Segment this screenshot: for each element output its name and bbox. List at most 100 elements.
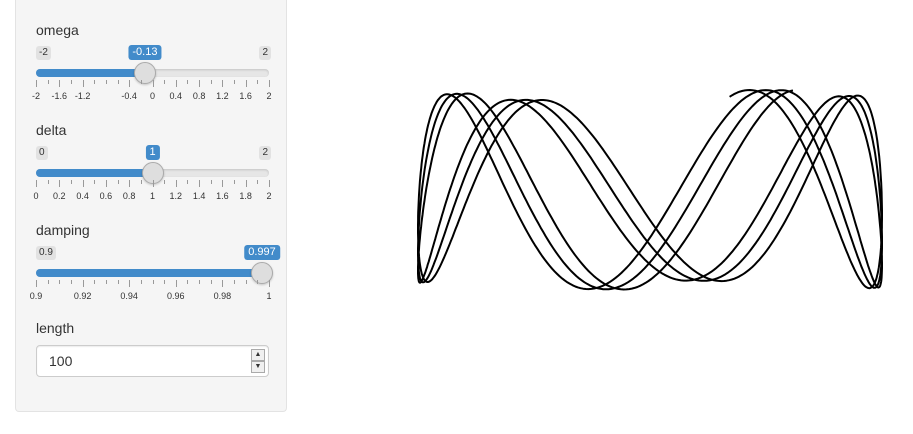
length-label: length — [36, 320, 75, 336]
damping-label: damping — [36, 222, 90, 238]
delta-minor-tick — [47, 180, 49, 184]
omega-major-tick — [129, 80, 131, 87]
omega-major-tick — [245, 80, 247, 87]
delta-major-tick — [152, 180, 154, 187]
omega-minor-tick — [257, 80, 259, 84]
damping-major-tick — [82, 280, 84, 287]
damping-minor-tick — [105, 280, 107, 284]
damping-major-tick — [269, 280, 270, 287]
delta-tick-label: 1.2 — [169, 191, 183, 201]
delta-track-fill — [36, 169, 153, 177]
harmonograph-plot — [417, 89, 883, 291]
omega-minor-tick — [70, 80, 72, 84]
delta-tick-label: 0.2 — [53, 191, 66, 201]
damping-tick-label: 1 — [266, 291, 272, 301]
omega-tick-label: 1.2 — [216, 91, 229, 101]
delta-tick-label: 2 — [266, 191, 272, 201]
damping-minor-tick — [94, 280, 96, 284]
delta-minor-tick — [234, 180, 236, 184]
delta-tick-label: 1.6 — [216, 191, 229, 201]
omega-tick-label: -1.6 — [51, 91, 68, 101]
omega-tick-label: -2 — [31, 91, 41, 101]
omega-minor-tick — [187, 80, 189, 84]
damping-min-label: 0.9 — [36, 246, 56, 260]
damping-minor-tick — [140, 280, 142, 284]
omega-tick-label: -1.2 — [74, 91, 91, 101]
length-input[interactable] — [49, 352, 239, 370]
length-input-box: ▲ ▼ — [36, 345, 269, 377]
damping-minor-tick — [59, 280, 61, 284]
damping-minor-tick — [70, 280, 72, 284]
damping-minor-tick — [234, 280, 236, 284]
delta-min-label: 0 — [36, 146, 48, 160]
omega-min-label: -2 — [36, 46, 51, 60]
omega-tick-label: 0.4 — [169, 91, 183, 101]
delta-minor-tick — [117, 180, 119, 184]
damping-minor-tick — [117, 280, 119, 284]
damping-minor-tick — [187, 280, 189, 284]
omega-label: omega — [36, 22, 79, 38]
omega-minor-tick — [105, 80, 107, 84]
delta-max-label: 2 — [259, 146, 271, 160]
damping-minor-tick — [164, 280, 166, 284]
delta-major-tick — [129, 180, 131, 187]
omega-minor-tick — [234, 80, 236, 84]
delta-value-label: 1 — [145, 145, 160, 160]
omega-major-tick — [175, 80, 177, 87]
omega-major-tick — [222, 80, 224, 87]
omega-major-tick — [269, 80, 270, 87]
delta-major-tick — [175, 180, 177, 187]
omega-max-label: 2 — [259, 46, 271, 60]
omega-major-tick — [152, 80, 154, 87]
omega-minor-tick — [47, 80, 49, 84]
omega-track-fill — [36, 69, 145, 77]
omega-major-tick — [82, 80, 84, 87]
damping-tick-label: 0.92 — [73, 291, 92, 301]
length-increment-button[interactable]: ▲ — [251, 349, 265, 361]
delta-tick-label: 0.4 — [76, 191, 89, 201]
omega-major-tick — [199, 80, 201, 87]
damping-tick-label: 0.9 — [29, 291, 43, 301]
damping-slider-control: damping 0.9 0.997 0.9 0.92 0.94 0.96 0.98 1 — [30, 222, 280, 302]
delta-minor-tick — [164, 180, 166, 184]
delta-minor-tick — [70, 180, 72, 184]
damping-track[interactable] — [36, 269, 269, 277]
omega-minor-tick — [210, 80, 212, 84]
damping-minor-tick — [210, 280, 212, 284]
damping-major-tick — [175, 280, 177, 287]
delta-tick-label: 1.4 — [192, 191, 206, 201]
delta-major-tick — [222, 180, 224, 187]
delta-slider-control: delta 0 2 1 0 0.2 0.4 0.6 0.8 1 1.2 1.4 1.6 1.8 2 — [33, 122, 272, 202]
damping-major-tick — [129, 280, 131, 287]
omega-tick-label: 0.8 — [192, 91, 206, 101]
damping-tick-label: 0.98 — [213, 291, 232, 301]
omega-minor-tick — [164, 80, 166, 84]
omega-major-tick — [59, 80, 61, 87]
omega-minor-tick — [94, 80, 96, 84]
length-decrement-button[interactable]: ▼ — [251, 361, 265, 373]
delta-minor-tick — [187, 180, 189, 184]
harmonograph-curve — [417, 89, 883, 291]
damping-tick-label: 0.96 — [167, 291, 185, 301]
delta-tick-label: 0.6 — [99, 191, 113, 201]
delta-major-tick — [36, 180, 37, 187]
damping-tick-label: 0.94 — [120, 291, 138, 301]
damping-minor-tick — [47, 280, 49, 284]
delta-tick-label: 0 — [33, 191, 39, 201]
delta-label: delta — [36, 122, 67, 138]
delta-major-tick — [82, 180, 84, 187]
delta-minor-tick — [257, 180, 259, 184]
damping-minor-tick — [199, 280, 201, 284]
delta-major-tick — [199, 180, 201, 187]
omega-tick-label: 2 — [266, 91, 272, 101]
omega-tick-label: 0 — [149, 91, 156, 101]
sidebar-panel: omega -2 2 -0.13 -2 -1.6 -1.2 -0.4 0 0.4 0.8 1.… — [15, 0, 287, 412]
omega-tick-label: -0.4 — [121, 91, 137, 101]
damping-major-tick — [222, 280, 224, 287]
damping-track-fill — [36, 269, 262, 277]
damping-major-tick — [36, 280, 37, 287]
omega-major-tick — [36, 80, 37, 87]
delta-minor-tick — [210, 180, 212, 184]
delta-major-tick — [105, 180, 107, 187]
omega-value-label: -0.13 — [128, 45, 162, 60]
